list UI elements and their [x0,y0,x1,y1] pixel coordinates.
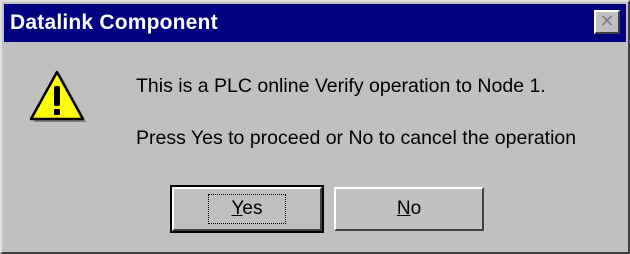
message-line-2: Press Yes to proceed or No to cancel the… [136,127,577,149]
no-label-rest: o [410,198,422,219]
title-bar[interactable]: Datalink Component ✕ [4,4,626,42]
message-line-1: This is a PLC online Verify operation to… [136,75,546,97]
window-title: Datalink Component [10,11,218,34]
close-icon: ✕ [599,11,615,32]
no-mnemonic: N [396,198,411,219]
no-button-label: No [374,194,444,224]
no-button[interactable]: No [334,187,484,231]
warning-icon [29,70,86,122]
dialog-window: Datalink Component ✕ This is a PLC onlin… [0,0,630,254]
yes-button-label: Yes [208,194,286,224]
yes-mnemonic: Y [231,198,243,219]
yes-button[interactable]: Yes [170,185,324,233]
yes-label-rest: es [242,198,263,219]
close-button[interactable]: ✕ [594,10,620,34]
